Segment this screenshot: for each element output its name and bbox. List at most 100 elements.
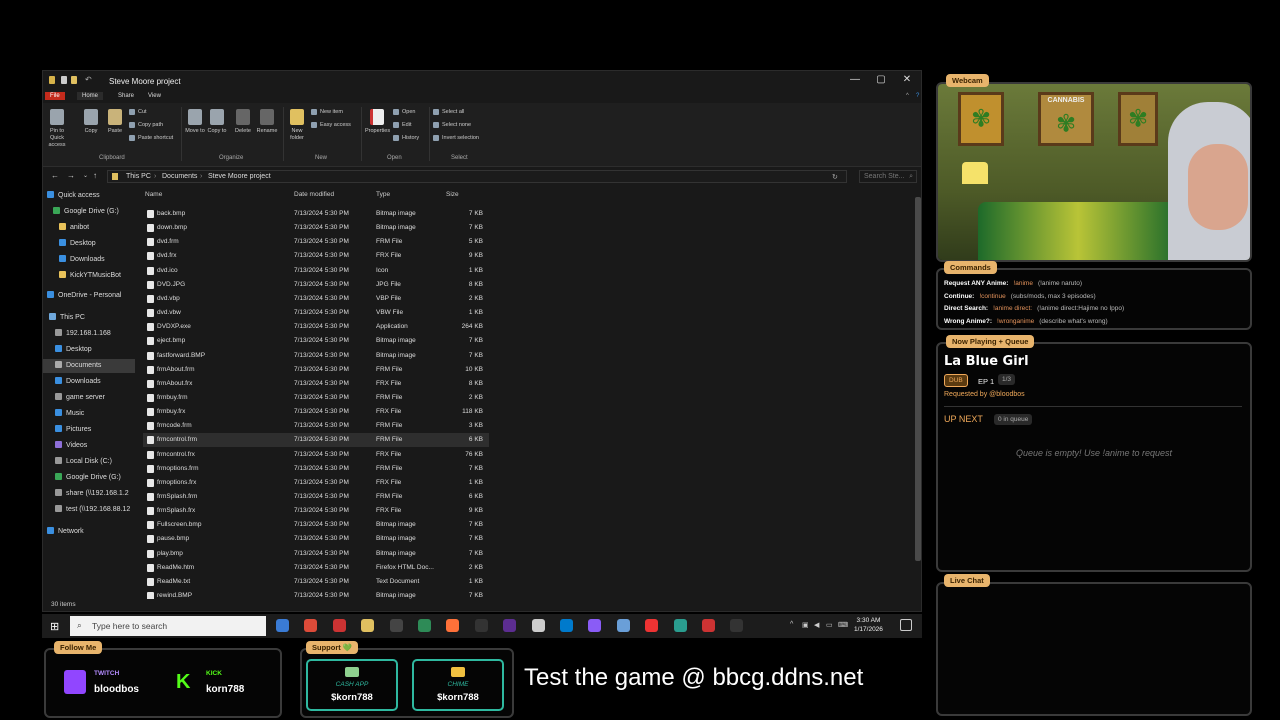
paste-shortcut-button[interactable]: Paste shortcut [129, 133, 173, 143]
vertical-scrollbar[interactable] [915, 197, 921, 561]
title-bar[interactable]: ↶ Steve Moore project — ▢ ✕ [43, 71, 921, 91]
nav-item[interactable]: test (\\192.168.88.12 [43, 503, 135, 517]
file-row[interactable]: frmoptions.frx 7/13/2024 5:30 PM FRX File 1… [143, 476, 489, 490]
file-row[interactable]: dvd.vbp 7/13/2024 5:30 PM VBP File 2 KB [143, 292, 489, 306]
up-icon[interactable]: ↑ [93, 171, 97, 180]
column-name[interactable]: Name [145, 191, 162, 198]
kick-username[interactable]: korn788 [206, 684, 244, 695]
file-row[interactable]: frmAbout.frx 7/13/2024 5:30 PM FRX File 8 K… [143, 377, 489, 391]
volume-icon[interactable]: ◀ [814, 621, 819, 629]
file-row[interactable]: back.bmp 7/13/2024 5:30 PM Bitmap image 7 K… [143, 207, 489, 221]
nav-item[interactable]: Google Drive (G:) [43, 471, 135, 485]
twitch-username[interactable]: bloodbos [94, 684, 139, 695]
network-icon[interactable]: ▣ [802, 621, 809, 629]
file-row[interactable]: ReadMe.txt 7/13/2024 5:30 PM Text Document… [143, 575, 489, 589]
nav-item[interactable]: Desktop [43, 237, 135, 251]
nav-item[interactable]: Desktop [43, 343, 135, 357]
nav-item[interactable]: Downloads [43, 375, 135, 389]
firefox-icon[interactable] [446, 619, 460, 632]
tab-file[interactable]: File [45, 92, 65, 100]
taskbar-search[interactable]: ⌕ Type here to search [70, 616, 266, 636]
easy-access-button[interactable]: Easy access [311, 120, 351, 130]
notifications-icon[interactable] [900, 619, 912, 631]
column-size[interactable]: Size [446, 191, 459, 198]
cashapp-button[interactable]: CASH APP $korn788 [306, 659, 398, 711]
file-row[interactable]: rewind.BMP 7/13/2024 5:30 PM Bitmap image 7… [143, 589, 489, 599]
undo-icon[interactable]: ↶ [85, 75, 92, 84]
nav-item[interactable]: Music [43, 407, 135, 421]
dvd-player-icon[interactable] [730, 619, 744, 632]
file-row[interactable]: eject.bmp 7/13/2024 5:30 PM Bitmap image 7 … [143, 334, 489, 348]
minimize-button[interactable]: — [845, 74, 865, 85]
edit-button[interactable]: Edit [393, 120, 411, 130]
nav-item[interactable]: Local Disk (C:) [43, 455, 135, 469]
keyboard-icon[interactable]: ⌨ [838, 621, 848, 629]
copy-to-button[interactable]: Copy to [205, 109, 229, 135]
file-row[interactable]: frmcode.frm 7/13/2024 5:30 PM FRM File 3 KB [143, 419, 489, 433]
move-to-button[interactable]: Move to [183, 109, 207, 135]
delete-button[interactable]: Delete [231, 109, 255, 135]
copy-path-button[interactable]: Copy path [129, 120, 163, 130]
properties-quick-icon[interactable] [61, 76, 67, 84]
nav-item[interactable]: Google Drive (G:) [43, 205, 135, 219]
record-icon[interactable] [645, 619, 659, 632]
file-row[interactable]: Fullscreen.bmp 7/13/2024 5:30 PM Bitmap im… [143, 518, 489, 532]
close-button[interactable]: ✕ [897, 74, 917, 85]
nav-item[interactable]: anibot [43, 221, 135, 235]
terminal-icon[interactable] [474, 619, 488, 632]
nav-item[interactable]: Quick access [43, 189, 135, 203]
invert-selection-button[interactable]: Invert selection [433, 133, 479, 143]
visualstudio-icon[interactable] [503, 619, 517, 632]
new-folder-button[interactable]: New folder [285, 109, 309, 142]
file-row[interactable]: dvd.frm 7/13/2024 5:30 PM FRM File 5 KB [143, 235, 489, 249]
open-button[interactable]: Open [393, 107, 415, 117]
maximize-button[interactable]: ▢ [871, 74, 891, 85]
select-all-button[interactable]: Select all [433, 107, 464, 117]
file-row[interactable]: pause.bmp 7/13/2024 5:30 PM Bitmap image 7 … [143, 532, 489, 546]
chime-button[interactable]: CHIME $korn788 [412, 659, 504, 711]
voice-icon[interactable] [332, 619, 346, 632]
recent-locations-icon[interactable]: ⌄ [83, 172, 88, 179]
refresh-icon[interactable]: ↻ [832, 173, 838, 181]
nav-item[interactable]: share (\\192.168.1.2 [43, 487, 135, 501]
taskbar-clock[interactable]: 3:30 AM 1/17/2026 [854, 616, 883, 634]
file-row[interactable]: dvd.ico 7/13/2024 5:30 PM Icon 1 KB [143, 264, 489, 278]
nav-item[interactable]: Videos [43, 439, 135, 453]
rename-button[interactable]: Rename [255, 109, 279, 135]
chrome-icon[interactable] [304, 619, 318, 632]
file-row[interactable]: dvd.frx 7/13/2024 5:30 PM FRX File 9 KB [143, 249, 489, 263]
breadcrumb-current[interactable]: Steve Moore project [208, 173, 271, 180]
tool-icon[interactable] [616, 619, 630, 632]
help-icon[interactable]: ? [911, 92, 921, 100]
search-box[interactable]: Search Ste... ⌕ [859, 170, 917, 183]
history-button[interactable]: History [393, 133, 419, 143]
notepad-icon[interactable] [531, 619, 545, 632]
nav-item[interactable]: This PC [43, 311, 135, 325]
cut-button[interactable]: Cut [129, 107, 147, 117]
nav-item[interactable]: Network [43, 525, 135, 539]
copy-button[interactable]: Copy [79, 109, 103, 135]
vscode-icon[interactable] [560, 619, 573, 632]
obs-icon[interactable] [389, 619, 403, 632]
pdf-icon[interactable] [702, 619, 715, 632]
pin-quick-access-button[interactable]: Pin to Quick access [45, 109, 69, 149]
file-row[interactable]: dvd.vbw 7/13/2024 5:30 PM VBW File 1 KB [143, 306, 489, 320]
start-button[interactable]: ⊞ [50, 620, 59, 633]
file-row[interactable]: frmcontrol.frx 7/13/2024 5:30 PM FRX File 7… [143, 448, 489, 462]
nav-item[interactable]: Downloads [43, 253, 135, 267]
folder-icon[interactable] [361, 619, 375, 632]
file-row[interactable]: frmoptions.frm 7/13/2024 5:30 PM FRM File 7… [143, 462, 489, 476]
forward-icon[interactable]: → [67, 171, 75, 180]
new-item-button[interactable]: New item [311, 107, 343, 117]
back-icon[interactable]: ← [51, 171, 59, 180]
app-icon[interactable] [418, 619, 431, 632]
tab-home[interactable]: Home [77, 92, 104, 100]
breadcrumb-this-pc[interactable]: This PC [126, 173, 151, 180]
file-row[interactable]: ReadMe.htm 7/13/2024 5:30 PM Firefox HTML … [143, 561, 489, 575]
gem-icon[interactable] [588, 619, 602, 632]
edge-icon[interactable] [276, 619, 289, 632]
file-row[interactable]: down.bmp 7/13/2024 5:30 PM Bitmap image 7 K… [143, 221, 489, 235]
file-row[interactable]: frmbuy.frx 7/13/2024 5:30 PM FRX File 118 K… [143, 405, 489, 419]
battery-icon[interactable]: ▭ [826, 621, 833, 629]
file-row[interactable]: frmbuy.frm 7/13/2024 5:30 PM FRM File 2 KB [143, 391, 489, 405]
